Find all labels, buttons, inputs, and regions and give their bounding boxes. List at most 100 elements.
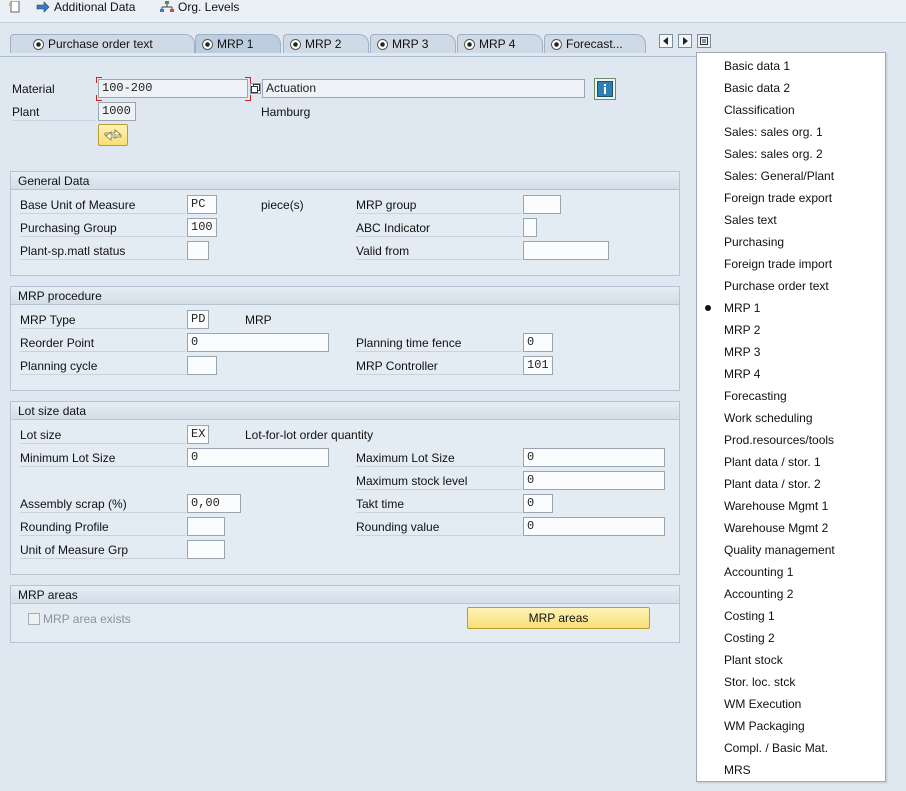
tab-radio-icon [377,38,388,50]
planning-fence-field[interactable]: 0 [523,333,553,352]
menu-item[interactable]: Sales text [697,209,885,231]
mrp-controller-field[interactable]: 101 [523,356,553,375]
menu-item[interactable]: Plant data / stor. 2 [697,473,885,495]
min-lot-size-field[interactable]: 0 [187,448,329,467]
tab-strip: Purchase order text MRP 1 MRP 2 MRP 3 MR… [0,22,711,56]
valid-from-field[interactable] [523,241,609,260]
menu-item-label: Work scheduling [724,411,813,425]
menu-item-label: Foreign trade import [724,257,833,271]
assembly-scrap-field[interactable]: 0,00 [187,494,241,513]
menu-item[interactable]: Foreign trade import [697,253,885,275]
menu-item[interactable]: Warehouse Mgmt 2 [697,517,885,539]
rounding-profile-label: Rounding Profile [20,520,186,536]
mrp-type-text: MRP [245,313,272,327]
tab-mrp-2[interactable]: MRP 2 [283,34,369,53]
menu-item[interactable]: Accounting 2 [697,583,885,605]
tab-label: MRP 3 [392,37,429,51]
max-lot-size-field[interactable]: 0 [523,448,665,467]
menu-item[interactable]: Compl. / Basic Mat. [697,737,885,759]
menu-item[interactable]: Foreign trade export [697,187,885,209]
toolbar-doc-button[interactable] [8,0,22,14]
menu-item[interactable]: Purchasing [697,231,885,253]
menu-item[interactable]: MRP 2 [697,319,885,341]
menu-item[interactable]: Prod.resources/tools [697,429,885,451]
menu-item[interactable]: Basic data 2 [697,77,885,99]
tab-mrp-4[interactable]: MRP 4 [457,34,543,53]
lot-size-field[interactable]: EX [187,425,209,444]
material-description-field[interactable]: Actuation [262,79,585,98]
menu-item[interactable]: Basic data 1 [697,55,885,77]
menu-item-label: MRP 3 [724,345,761,359]
menu-item[interactable]: WM Packaging [697,715,885,737]
tab-forecasting[interactable]: Forecast... [544,34,646,53]
menu-item[interactable]: Purchase order text [697,275,885,297]
menu-item-label: Plant data / stor. 2 [724,477,821,491]
uom-group-field[interactable] [187,540,225,559]
menu-item-label: Costing 1 [724,609,775,623]
menu-item[interactable]: MRP 4 [697,363,885,385]
menu-item[interactable]: Forecasting [697,385,885,407]
menu-item-label: MRP 4 [724,367,761,381]
org-levels-label: Org. Levels [178,0,240,14]
menu-item[interactable]: Sales: General/Plant [697,165,885,187]
tab-list-icon [700,37,708,45]
menu-item[interactable]: Costing 2 [697,627,885,649]
tab-scroll-right-button[interactable] [678,34,692,48]
additional-data-button[interactable]: Additional Data [36,0,135,14]
menu-item[interactable]: Accounting 1 [697,561,885,583]
info-button[interactable] [594,78,616,100]
tab-list-button[interactable] [697,34,711,48]
menu-item-label: Sales: sales org. 2 [724,147,823,161]
abc-indicator-label: ABC Indicator [356,221,522,237]
menu-item[interactable]: Costing 1 [697,605,885,627]
rounding-profile-field[interactable] [187,517,225,536]
purchasing-group-field[interactable]: 100 [187,218,217,237]
assembly-scrap-label: Assembly scrap (%) [20,497,186,513]
tab-purchase-order-text[interactable]: Purchase order text [10,34,195,53]
required-marker [96,77,102,83]
menu-item[interactable]: Sales: sales org. 2 [697,143,885,165]
menu-item[interactable]: Classification [697,99,885,121]
base-uom-field[interactable]: PC [187,195,217,214]
mrp-group-field[interactable] [523,195,561,214]
switch-view-button[interactable] [98,124,128,146]
valid-from-label: Valid from [356,244,522,260]
reorder-point-field[interactable]: 0 [187,333,329,352]
lot-size-text: Lot-for-lot order quantity [245,428,374,442]
tab-mrp-3[interactable]: MRP 3 [370,34,456,53]
max-stock-level-field[interactable]: 0 [523,471,665,490]
plant-field[interactable]: 1000 [98,102,136,121]
copy-button[interactable] [250,83,261,94]
menu-item[interactable]: Plant stock [697,649,885,671]
planning-cycle-field[interactable] [187,356,217,375]
menu-item[interactable]: Warehouse Mgmt 1 [697,495,885,517]
menu-item[interactable]: Plant data / stor. 1 [697,451,885,473]
menu-item[interactable]: Work scheduling [697,407,885,429]
takt-time-field[interactable]: 0 [523,494,553,513]
tab-label: Forecast... [566,37,623,51]
menu-item[interactable]: Stor. loc. stck [697,671,885,693]
mrp-areas-button[interactable]: MRP areas [467,607,650,629]
menu-item[interactable]: MRS [697,759,885,781]
org-levels-button[interactable]: Org. Levels [160,0,239,14]
menu-item[interactable]: MRP 1 [697,297,885,319]
material-field[interactable]: 100-200 [98,79,248,98]
rounding-value-field[interactable]: 0 [523,517,665,536]
tab-list-dropdown: Basic data 1 Basic data 2 Classification Sa… [696,52,886,782]
max-stock-level-label: Maximum stock level [356,474,522,490]
plant-status-field[interactable] [187,241,209,260]
menu-item-label: Plant stock [724,653,783,667]
menu-item[interactable]: MRP 3 [697,341,885,363]
menu-item-label: Stor. loc. stck [724,675,796,689]
menu-item-label: Foreign trade export [724,191,833,205]
copy-icon [251,84,260,93]
tab-mrp-1[interactable]: MRP 1 [195,34,281,53]
mrp-area-exists-checkbox[interactable] [28,613,40,625]
tab-scroll-left-button[interactable] [659,34,673,48]
menu-item[interactable]: Sales: sales org. 1 [697,121,885,143]
abc-indicator-field[interactable] [523,218,537,237]
menu-item[interactable]: WM Execution [697,693,885,715]
menu-item[interactable]: Quality management [697,539,885,561]
mrp-type-field[interactable]: PD [187,310,209,329]
group-title: MRP areas [11,586,679,604]
